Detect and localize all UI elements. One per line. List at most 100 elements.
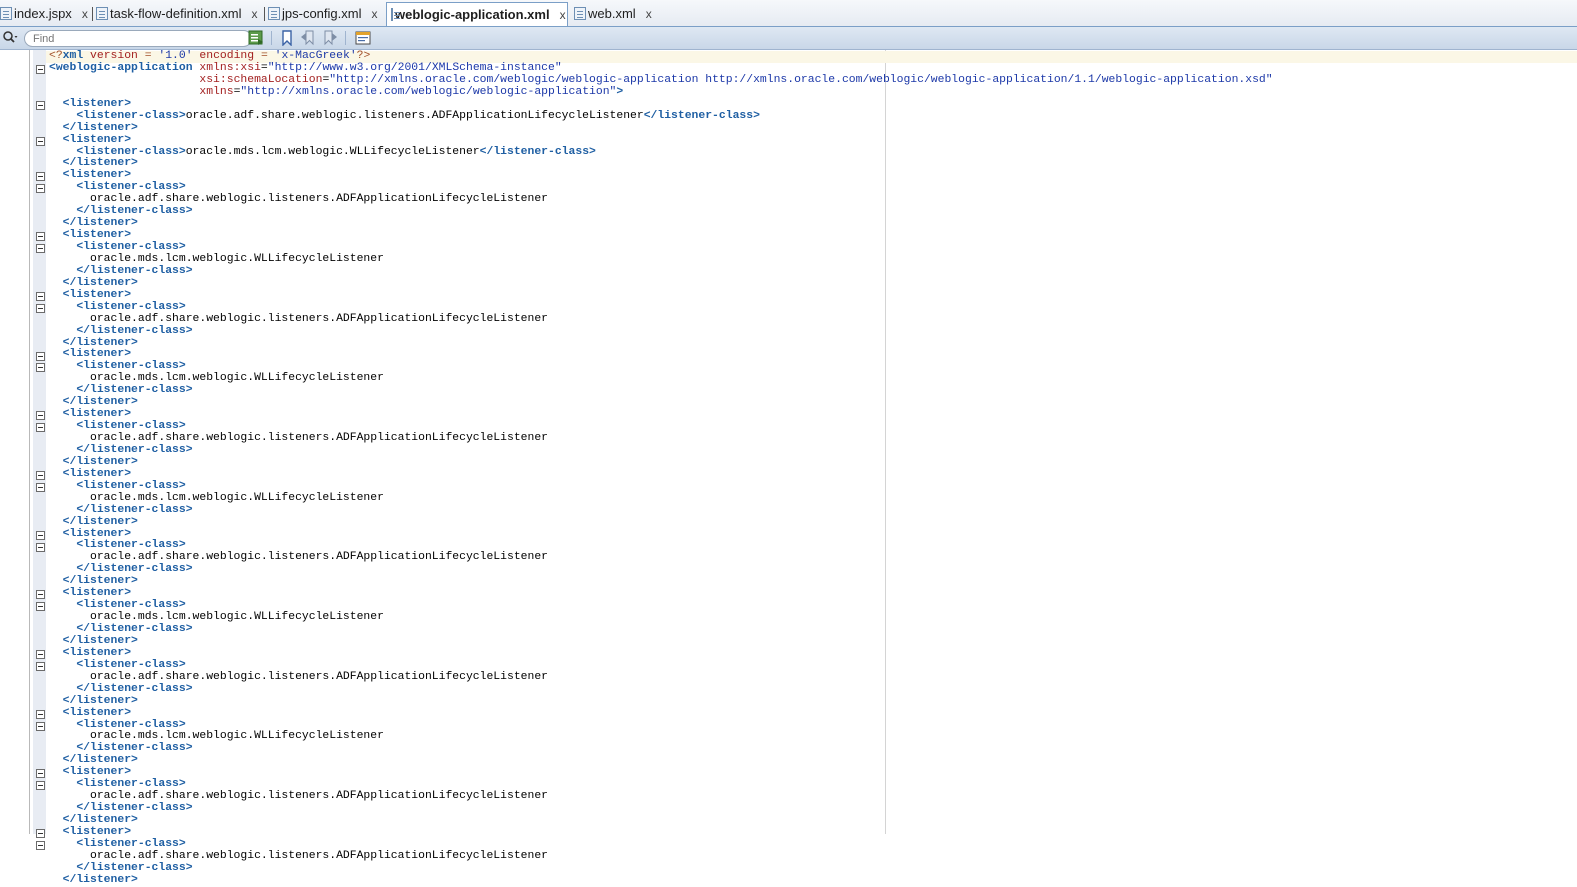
fold-collapse-icon[interactable]	[36, 411, 45, 421]
tab-close-icon[interactable]: x	[646, 7, 652, 21]
code-line[interactable]: </listener-class>	[49, 862, 1273, 875]
code-line[interactable]: <listener>	[49, 707, 1273, 720]
code-line[interactable]: oracle.adf.share.weblogic.listeners.ADFA…	[49, 432, 1273, 445]
find-input[interactable]	[24, 30, 252, 47]
code-token-text: oracle.adf.share.weblogic.listeners.ADFA…	[49, 670, 548, 683]
tab-close-icon[interactable]: x	[82, 7, 88, 21]
code-line[interactable]: </listener>	[49, 122, 1273, 135]
fold-collapse-icon[interactable]	[36, 232, 45, 242]
code-line[interactable]: </listener>	[49, 695, 1273, 708]
bookmark-icon[interactable]	[279, 30, 295, 46]
code-line[interactable]: </listener>	[49, 456, 1273, 469]
fold-collapse-icon[interactable]	[36, 650, 45, 659]
fold-collapse-icon[interactable]	[36, 602, 45, 612]
tab-close-icon[interactable]: x	[371, 7, 377, 21]
code-line[interactable]: </listener>	[49, 396, 1273, 409]
fold-collapse-icon[interactable]	[36, 303, 45, 313]
fold-collapse-icon[interactable]	[36, 244, 45, 254]
code-line[interactable]: </listener>	[49, 277, 1273, 290]
code-line[interactable]: </listener-class>	[49, 265, 1273, 278]
fold-collapse-icon[interactable]	[36, 291, 45, 301]
code-line[interactable]: </listener-class>	[49, 802, 1273, 815]
fold-collapse-icon[interactable]	[36, 423, 45, 433]
fold-collapse-icon[interactable]	[36, 530, 45, 540]
tab-close-icon[interactable]: x	[252, 7, 258, 21]
code-line[interactable]: <listener>	[49, 826, 1273, 839]
tab-weblogic-application[interactable]: weblogic-application.xml x	[386, 2, 568, 26]
tab-task-flow-definition[interactable]: task-flow-definition.xml x	[96, 3, 258, 24]
fold-collapse-icon[interactable]	[36, 542, 45, 552]
code-line[interactable]: </listener-class>	[49, 444, 1273, 457]
code-line[interactable]: oracle.adf.share.weblogic.listeners.ADFA…	[49, 850, 1273, 863]
source-editor-toggle-icon[interactable]	[355, 30, 371, 46]
code-line[interactable]: <listener>	[49, 229, 1273, 242]
search-icon[interactable]	[2, 30, 18, 46]
code-line[interactable]: </listener>	[49, 874, 1273, 887]
code-line[interactable]: <listener>	[49, 647, 1273, 660]
code-line[interactable]: </listener>	[49, 157, 1273, 170]
code-line[interactable]: </listener>	[49, 754, 1273, 767]
fold-collapse-icon[interactable]	[36, 136, 45, 146]
fold-collapse-icon[interactable]	[36, 781, 45, 791]
fold-collapse-icon[interactable]	[36, 172, 45, 182]
tab-web-xml[interactable]: web.xml x	[574, 3, 652, 24]
fold-collapse-icon[interactable]	[36, 482, 45, 492]
fold-collapse-icon[interactable]	[36, 709, 45, 719]
code-line[interactable]: <listener>	[49, 408, 1273, 421]
next-bookmark-icon[interactable]	[322, 30, 338, 46]
code-line[interactable]: </listener>	[49, 337, 1273, 350]
code-line[interactable]: </listener-class>	[49, 384, 1273, 397]
code-line[interactable]: <listener>	[49, 528, 1273, 541]
fold-collapse-icon[interactable]	[36, 351, 45, 361]
previous-bookmark-icon[interactable]	[300, 30, 316, 46]
code-line[interactable]: oracle.adf.share.weblogic.listeners.ADFA…	[49, 551, 1273, 564]
tab-jps-config[interactable]: jps-config.xml x	[268, 3, 377, 24]
fold-collapse-icon[interactable]	[36, 470, 45, 480]
code-line[interactable]: </listener-class>	[49, 683, 1273, 696]
code-line[interactable]: oracle.mds.lcm.weblogic.WLLifecycleListe…	[49, 372, 1273, 385]
code-line[interactable]: oracle.adf.share.weblogic.listeners.ADFA…	[49, 193, 1273, 206]
code-line[interactable]: </listener-class>	[49, 325, 1273, 338]
code-line[interactable]: oracle.mds.lcm.weblogic.WLLifecycleListe…	[49, 492, 1273, 505]
code-line[interactable]: oracle.mds.lcm.weblogic.WLLifecycleListe…	[49, 611, 1273, 624]
fold-collapse-icon[interactable]	[36, 64, 45, 74]
code-line[interactable]: <listener-class>oracle.mds.lcm.weblogic.…	[49, 146, 1273, 159]
code-line[interactable]: oracle.mds.lcm.weblogic.WLLifecycleListe…	[49, 730, 1273, 743]
code-line[interactable]: oracle.adf.share.weblogic.listeners.ADFA…	[49, 790, 1273, 803]
code-line[interactable]: <listener>	[49, 766, 1273, 779]
code-line[interactable]: <listener-class>oracle.adf.share.weblogi…	[49, 110, 1273, 123]
code-line[interactable]: oracle.adf.share.weblogic.listeners.ADFA…	[49, 670, 1273, 684]
code-line[interactable]: </listener-class>	[49, 563, 1273, 576]
fold-collapse-icon[interactable]	[36, 184, 45, 194]
code-line[interactable]: <listener>	[49, 289, 1273, 302]
code-line[interactable]: </listener-class>	[49, 205, 1273, 218]
fold-collapse-icon[interactable]	[36, 100, 45, 110]
xml-source-editor[interactable]: <?xml version = '1.0' encoding = 'x-MacG…	[0, 50, 1577, 886]
code-line[interactable]: <listener>	[49, 587, 1273, 600]
code-line[interactable]: xmlns="http://xmlns.oracle.com/weblogic/…	[49, 86, 1273, 99]
fold-collapse-icon[interactable]	[36, 590, 45, 600]
fold-collapse-icon[interactable]	[36, 769, 45, 779]
fold-collapse-icon[interactable]	[36, 721, 45, 731]
fold-collapse-icon[interactable]	[36, 363, 45, 373]
code-line[interactable]: oracle.mds.lcm.weblogic.WLLifecycleListe…	[49, 253, 1273, 266]
code-line[interactable]: </listener>	[49, 516, 1273, 529]
code-line[interactable]: <listener>	[49, 468, 1273, 481]
tab-index-jspx[interactable]: index.jspx x	[0, 3, 88, 24]
code-line[interactable]: </listener-class>	[49, 623, 1273, 636]
code-line[interactable]: </listener-class>	[49, 742, 1273, 755]
code-line[interactable]: </listener-class>	[49, 504, 1273, 517]
code-text-area[interactable]: <?xml version = '1.0' encoding = 'x-MacG…	[49, 50, 1273, 887]
code-line[interactable]: <listener>	[49, 169, 1273, 182]
code-line[interactable]: <listener>	[49, 348, 1273, 361]
find-next-green-icon[interactable]	[248, 30, 264, 46]
code-line[interactable]: </listener>	[49, 217, 1273, 230]
code-line[interactable]: </listener>	[49, 814, 1273, 827]
code-line[interactable]: </listener>	[49, 635, 1273, 648]
tab-close-icon[interactable]: x	[560, 8, 566, 22]
code-line[interactable]: </listener>	[49, 575, 1273, 588]
fold-collapse-icon[interactable]	[36, 841, 45, 851]
code-line[interactable]: oracle.adf.share.weblogic.listeners.ADFA…	[49, 313, 1273, 326]
fold-collapse-icon[interactable]	[36, 661, 45, 671]
